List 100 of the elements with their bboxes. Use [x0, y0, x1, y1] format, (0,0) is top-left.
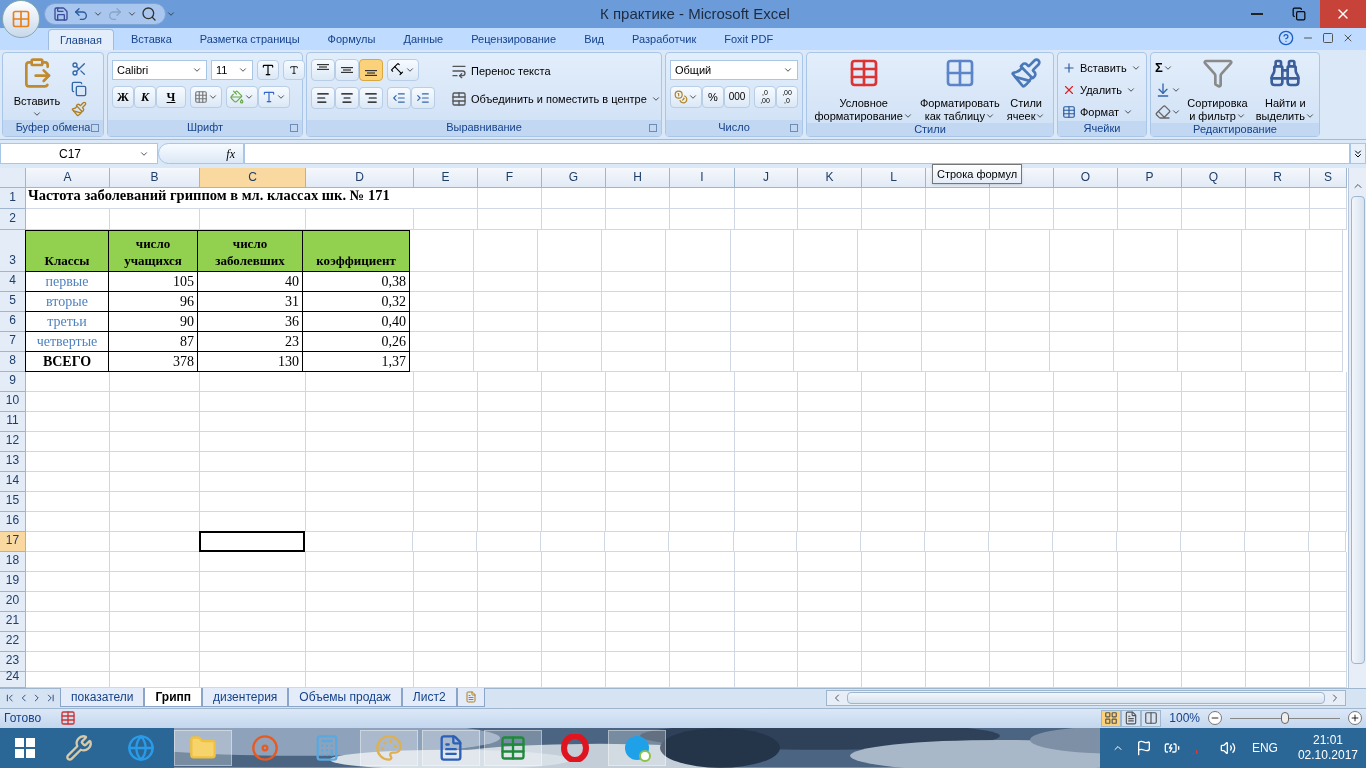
column-header[interactable]: I [670, 167, 735, 188]
row-header[interactable]: 1 [0, 187, 26, 209]
group-label: Число [718, 122, 750, 134]
underline-button[interactable]: Ч [156, 85, 186, 108]
table-cell: четвертые [25, 331, 109, 352]
row-header[interactable]: 6 [0, 311, 26, 332]
column-header[interactable]: L [862, 167, 926, 188]
column-header[interactable]: J [735, 167, 798, 188]
clock-date[interactable]: 02.10.2017 [1297, 748, 1358, 764]
find-select-button[interactable]: Найти и выделить [1255, 56, 1315, 123]
status-text: Готово [3, 710, 43, 728]
column-header[interactable]: B [110, 167, 200, 188]
ribbon-tab[interactable]: Разметка страницы [188, 28, 311, 50]
table-cell: 0,32 [302, 291, 410, 312]
insert-function-button[interactable]: fx [158, 143, 244, 165]
language-indicator[interactable]: ENG [1251, 739, 1278, 758]
row-header[interactable]: 15 [0, 491, 26, 512]
sheet-tab[interactable]: Лист2 [401, 688, 457, 708]
table-cell: первые [25, 271, 109, 292]
column-header[interactable]: P [1118, 167, 1182, 188]
cells-button[interactable]: Удалить [1062, 80, 1141, 99]
column-header[interactable]: K [798, 167, 862, 188]
table-cell: 0,26 [302, 331, 410, 352]
ribbon-tab[interactable]: Вставка [119, 28, 183, 50]
row-header[interactable]: 22 [0, 631, 26, 652]
wrap-text-button[interactable]: Перенос текста [451, 60, 661, 81]
row-header[interactable]: 24 [0, 671, 26, 688]
merge-center-button[interactable]: Объединить и поместить в центре [451, 88, 661, 109]
ribbon-tab[interactable]: Foxit PDF [713, 28, 785, 50]
column-header[interactable]: E [414, 167, 478, 188]
cells-button[interactable]: Формат [1062, 102, 1141, 121]
name-box[interactable]: C17 [0, 143, 158, 165]
row-header[interactable]: 11 [0, 411, 26, 432]
clock-time[interactable]: 21:01 [1312, 733, 1343, 749]
sheet-tab[interactable]: дизентерия [202, 688, 289, 708]
font-family-field[interactable]: Calibri [112, 59, 207, 80]
ribbon-tab[interactable]: Рецензирование [460, 28, 568, 50]
sheet-tab[interactable]: Грипп [144, 688, 203, 708]
ribbon-tab[interactable]: Формулы [316, 28, 387, 50]
table-header-cell: коэффициент [302, 229, 410, 272]
sheet-tab[interactable]: показатели [60, 688, 145, 708]
row-header[interactable]: 17 [0, 531, 26, 552]
row-header[interactable]: 7 [0, 331, 26, 352]
autosum-button[interactable]: Σ [1155, 58, 1184, 77]
style-button[interactable]: Форматировать как таблицу [919, 56, 1000, 123]
percent-button[interactable]: % [702, 85, 724, 108]
font-size-field[interactable]: 11 [211, 59, 253, 80]
ribbon-tab[interactable]: Главная [48, 28, 114, 50]
window-title: К практике - Microsoft Excel [599, 3, 791, 24]
group-label: Буфер обмена [15, 122, 91, 134]
table-cell: 0,40 [302, 311, 410, 332]
column-header[interactable]: S [1310, 167, 1347, 188]
group-label: Выравнивание [446, 122, 522, 134]
column-header[interactable]: C [200, 167, 306, 188]
tooltip: Строка формул [932, 163, 1023, 185]
column-header[interactable]: A [26, 167, 110, 188]
row-header[interactable]: 20 [0, 591, 26, 612]
table-cell: вторые [25, 291, 109, 312]
paste-button[interactable]: Вставить [7, 56, 67, 120]
table-header-cell: число учащихся [108, 229, 198, 272]
column-header[interactable]: F [478, 167, 542, 188]
row-header[interactable]: 21 [0, 611, 26, 632]
row-header[interactable]: 10 [0, 391, 26, 412]
column-header[interactable]: O [1054, 167, 1118, 188]
sort-filter-button[interactable]: Сортировка и фильтр [1187, 56, 1248, 123]
row-header[interactable]: 4 [0, 271, 26, 292]
column-header[interactable]: Q [1182, 167, 1246, 188]
style-button[interactable]: Стили ячеек [1006, 56, 1046, 123]
style-button[interactable]: Условное форматирование [814, 56, 913, 123]
bold-button[interactable]: Ж [112, 85, 134, 108]
row-header[interactable]: 23 [0, 651, 26, 672]
thousands-button[interactable]: 000 [724, 85, 750, 108]
row-header[interactable]: 12 [0, 431, 26, 452]
group-label: Ячейки [1083, 122, 1121, 134]
row-header[interactable]: 8 [0, 351, 26, 372]
row-header[interactable]: 3 [0, 229, 26, 272]
ribbon-tab[interactable]: Вид [573, 28, 616, 50]
row-header[interactable]: 19 [0, 571, 26, 592]
column-header[interactable]: G [542, 167, 606, 188]
sheet-tab[interactable]: Объемы продаж [288, 688, 402, 708]
row-header[interactable]: 13 [0, 451, 26, 472]
zoom-level[interactable]: 100% [1169, 709, 1200, 728]
row-header[interactable]: 18 [0, 551, 26, 572]
column-header[interactable]: H [606, 167, 670, 188]
row-header[interactable]: 16 [0, 511, 26, 532]
group-label: Стили [914, 123, 946, 135]
row-header[interactable]: 5 [0, 291, 26, 312]
table-cell: 1,37 [302, 351, 410, 372]
cells-button[interactable]: Вставить [1062, 58, 1141, 77]
table-cell: ВСЕГО [25, 351, 109, 372]
row-header[interactable]: 14 [0, 471, 26, 492]
row-header[interactable]: 9 [0, 371, 26, 392]
ribbon-tab[interactable]: Разработчик [621, 28, 708, 50]
column-header[interactable]: R [1246, 167, 1310, 188]
column-header[interactable]: D [306, 167, 414, 188]
number-format-field[interactable]: Общий [670, 59, 798, 80]
row-header[interactable]: 2 [0, 208, 26, 230]
sheet-title: Частота заболеваний гриппом в мл. классах шк. № 171 [28, 185, 390, 205]
ribbon-tab[interactable]: Данные [392, 28, 455, 50]
italic-button[interactable]: К [134, 85, 156, 108]
